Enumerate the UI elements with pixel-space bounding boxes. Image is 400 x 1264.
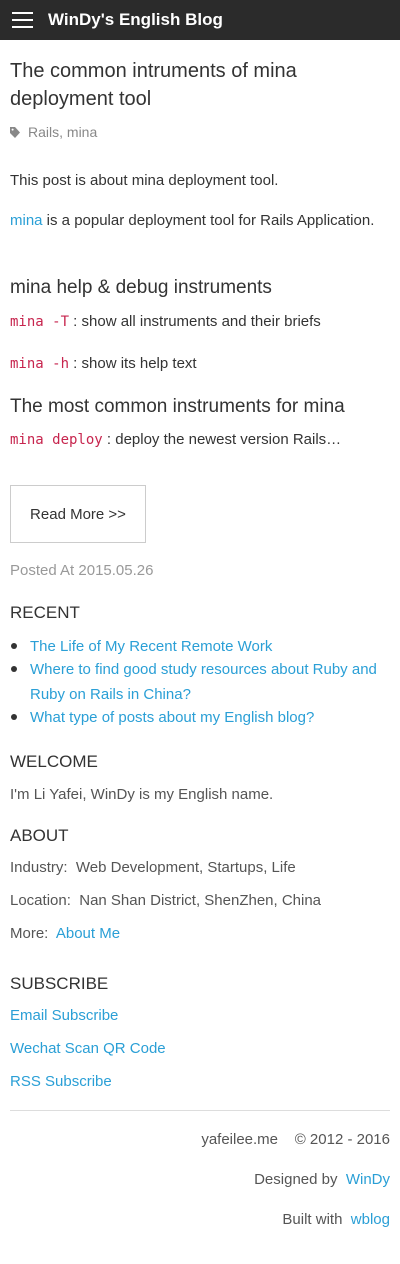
- post-tags: Rails, mina: [10, 123, 97, 141]
- designer-link[interactable]: WinDy: [346, 1171, 390, 1188]
- welcome-text: I'm Li Yafei, WinDy is my English name.: [10, 786, 274, 803]
- posted-date: Posted At 2015.05.26: [10, 562, 154, 579]
- about-more: More: About Me: [10, 924, 120, 944]
- email-subscribe-link[interactable]: Email Subscribe: [10, 1006, 118, 1026]
- rss-subscribe-link[interactable]: RSS Subscribe: [10, 1072, 112, 1092]
- industry-label: Industry:: [10, 859, 68, 876]
- about-title: ABOUT: [10, 826, 69, 845]
- subscribe-title: SUBSCRIBE: [10, 974, 109, 993]
- post-paragraph: mina is a popular deployment tool for Ra…: [10, 209, 390, 233]
- recent-post-link[interactable]: What type of posts about my English blog…: [30, 709, 314, 726]
- more-label: More:: [10, 925, 49, 942]
- command-code: mina -T: [10, 314, 70, 330]
- mina-link[interactable]: mina: [10, 212, 43, 229]
- tag-rails-link[interactable]: Rails: [28, 124, 59, 140]
- designed-label: Designed by: [254, 1171, 338, 1188]
- footer-site: yafeilee.me: [201, 1131, 279, 1148]
- hamburger-menu-icon[interactable]: [12, 12, 33, 28]
- command-description: : show its help text: [69, 355, 197, 372]
- site-brand-link[interactable]: WinDy's English Blog: [48, 10, 223, 30]
- command-code: mina -h: [10, 356, 70, 372]
- industry-value: Web Development, Startups, Life: [75, 859, 296, 876]
- read-more-button[interactable]: Read More >>: [10, 485, 146, 543]
- tag-icon: [10, 127, 20, 138]
- recent-title: RECENT: [10, 603, 80, 622]
- command-code: mina deploy: [10, 432, 103, 448]
- recent-post-link[interactable]: The Life of My Recent Remote Work: [30, 638, 272, 655]
- list-item: What type of posts about my English blog…: [11, 705, 390, 730]
- location-value: Nan Shan District, ShenZhen, China: [79, 892, 322, 909]
- location-label: Location:: [10, 892, 71, 909]
- recent-list: The Life of My Recent Remote Work Where …: [11, 634, 390, 730]
- footer-copyright-text: © 2012 - 2016: [294, 1131, 390, 1148]
- footer-designed: Designed by WinDy: [254, 1170, 390, 1190]
- command-line-2: mina -h : show its help text: [10, 352, 390, 376]
- footer-built: Built with wblog: [282, 1210, 390, 1230]
- command-description: : deploy the newest version Rails…: [102, 431, 342, 448]
- footer-copyright: yafeilee.me © 2012 - 2016: [201, 1130, 390, 1150]
- list-item: The Life of My Recent Remote Work: [11, 634, 390, 659]
- about-location: Location: Nan Shan District, ShenZhen, C…: [10, 891, 321, 911]
- list-item: Where to find good study resources about…: [11, 657, 390, 707]
- wechat-qr-link[interactable]: Wechat Scan QR Code: [10, 1039, 166, 1059]
- post-intro: This post is about mina deployment tool.: [10, 172, 279, 189]
- tag-separator: ,: [59, 124, 67, 140]
- about-me-link[interactable]: About Me: [56, 925, 120, 942]
- post-title-link[interactable]: The common intruments of mina deployment…: [10, 57, 390, 113]
- post-paragraph-text: is a popular deployment tool for Rails A…: [42, 212, 375, 229]
- about-industry: Industry: Web Development, Startups, Lif…: [10, 858, 296, 878]
- welcome-title: WELCOME: [10, 752, 98, 771]
- recent-post-link[interactable]: Where to find good study resources about…: [30, 661, 377, 703]
- tag-mina-link[interactable]: mina: [67, 124, 97, 140]
- command-line-1: mina -T : show all instruments and their…: [10, 310, 390, 334]
- footer-divider: [10, 1110, 390, 1111]
- wblog-link[interactable]: wblog: [351, 1211, 390, 1228]
- post-heading-common: The most common instruments for mina: [10, 396, 345, 417]
- post-heading-help-debug: mina help & debug instruments: [10, 277, 272, 298]
- command-line-3: mina deploy : deploy the newest version …: [10, 428, 390, 452]
- command-description: : show all instruments and their briefs: [69, 313, 321, 330]
- navbar: WinDy's English Blog: [0, 0, 400, 40]
- built-label: Built with: [282, 1211, 343, 1228]
